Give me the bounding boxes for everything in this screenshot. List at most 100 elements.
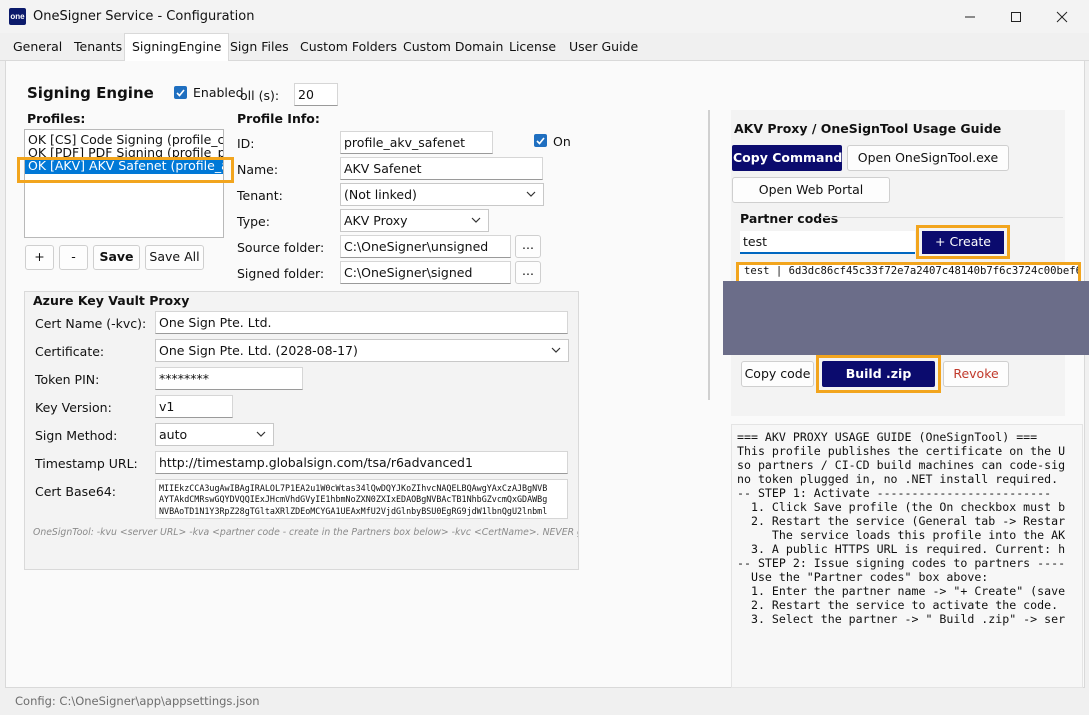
guide-panel-title: AKV Proxy / OneSignTool Usage Guide [734,121,1002,136]
source-folder-label: Source folder: [237,240,325,255]
tab-tenants[interactable]: Tenants [67,36,129,61]
cert-base64-line: AYTAkdCMRswGQYDVQQIExJHcmVhdGVyIE1hbmNoZ… [159,494,548,505]
copy-code-button[interactable]: Copy code [741,361,814,387]
chevron-down-icon [256,431,266,437]
sign-method-label: Sign Method: [35,428,118,443]
key-version-label: Key Version: [35,400,112,415]
poll-label: oll (s): [240,88,280,103]
partner-codes-list[interactable]: test | 6d3dc86cf45c33f72e7a2407c48140b7f… [739,265,1078,281]
guide-line: === AKV PROXY USAGE GUIDE (OneSignTool) … [737,430,1038,444]
tab-license[interactable]: License [502,36,563,61]
cert-base64-line: NVBAoTD1N1Y3RpZ28gTGltaXRlZDEoMCYGA1UEAx… [159,505,548,516]
profiles-list[interactable]: OK [CS] Code Signing (profile_codesi OK … [24,129,224,238]
list-item[interactable]: test | 6d3dc86cf45c33f72e7a2407c48140b7f… [739,265,1078,278]
chevron-down-icon [551,347,561,353]
certificate-label: Certificate: [35,344,105,359]
certificate-select[interactable]: One Sign Pte. Ltd. (2028-08-17) [155,339,569,362]
akv-group-title: Azure Key Vault Proxy [33,293,190,308]
window-title: OneSigner Service - Configuration [33,9,255,24]
signed-folder-label: Signed folder: [237,266,325,281]
profile-info-label: Profile Info: [237,111,320,126]
on-checkbox[interactable] [534,134,547,147]
guide-line: 1. Click Save profile (the On checkbox m… [737,500,1066,514]
sign-method-select[interactable]: auto [155,423,274,446]
guide-line: This profile publishes the certificate o… [737,444,1066,458]
poll-interval-input[interactable]: 20 [294,83,338,106]
profile-name-field[interactable]: AKV Safenet [340,157,543,180]
revoke-button[interactable]: Revoke [943,361,1009,387]
onesigntool-hint: OneSignTool: -kvu <server URL> -kva <par… [33,527,578,538]
build-zip-button[interactable]: Build .zip [822,361,935,387]
browse-signed-button[interactable]: ... [515,261,541,284]
token-pin-label: Token PIN: [35,372,100,387]
splitter[interactable] [708,110,710,400]
save-all-button[interactable]: Save All [145,245,204,270]
guide-line: so partners / CI-CD build machines can c… [737,458,1066,472]
tenant-select[interactable]: (Not linked) [340,183,544,206]
guide-line: -- STEP 2: Issue signing codes to partne… [737,556,1066,570]
remove-profile-button[interactable]: - [59,245,88,270]
copy-command-button[interactable]: Copy Command [732,145,842,171]
tenant-label: Tenant: [237,188,283,203]
partner-name-input[interactable]: test [740,231,915,254]
guide-line: The service loads this profile into the … [737,528,1066,542]
guide-line: 2. Restart the service (General tab -> R… [737,514,1066,528]
chevron-down-icon [471,217,481,223]
profiles-label: Profiles: [27,111,86,126]
type-label: Type: [237,214,270,229]
tab-sign-files[interactable]: Sign Files [223,36,296,61]
tab-user-guide[interactable]: User Guide [562,36,645,61]
tab-signing-engine[interactable]: SigningEngine [124,33,230,62]
name-label: Name: [237,162,279,177]
open-onesigntool-button[interactable]: Open OneSignTool.exe [847,145,1009,171]
source-folder-field[interactable]: C:\OneSigner\unsigned [340,235,511,258]
browse-source-button[interactable]: ... [515,235,541,258]
list-item[interactable]: OK [CS] Code Signing (profile_codesi [25,132,223,147]
chevron-down-icon [526,191,536,197]
type-select-value: AKV Proxy [344,213,408,228]
selected-profile-highlight [17,157,234,183]
type-select[interactable]: AKV Proxy [340,209,489,232]
guide-line: 2. Restart the service to activate the c… [737,598,1059,612]
guide-line: -- STEP 1: Activate --------------------… [737,486,1052,500]
timestamp-url-field[interactable]: http://timestamp.globalsign.com/tsa/r6ad… [155,451,568,474]
id-label: ID: [237,136,255,151]
enabled-label: Enabled [193,85,244,100]
partner-codes-label: Partner codes [740,211,839,226]
app-logo-icon: one [9,8,26,25]
guide-line: Use the "Partner codes" box above: [737,570,989,584]
key-version-field[interactable]: v1 [155,395,233,418]
tenant-select-value: (Not linked) [344,187,417,202]
save-button[interactable]: Save [93,245,140,270]
usage-guide-text[interactable]: === AKV PROXY USAGE GUIDE (OneSignTool) … [731,424,1083,688]
certificate-select-value: One Sign Pte. Ltd. (2028-08-17) [159,343,358,358]
on-label: On [553,134,571,149]
divider [820,217,1063,218]
cert-base64-line: MIIEkzCCA3ugAwIBAgIRALOL7P1EA2u1W0cWtas3… [159,483,548,493]
guide-line: 3. Select the partner -> " Build .zip" -… [737,612,1066,626]
tab-custom-domain[interactable]: Custom Domain [396,36,510,61]
guide-line: 1. Enter the partner name -> "+ Create" … [737,584,1066,598]
cert-base64-label: Cert Base64: [35,484,116,499]
signed-folder-field[interactable]: C:\OneSigner\signed [340,261,511,284]
add-profile-button[interactable]: + [25,245,54,270]
close-icon[interactable] [1039,0,1085,33]
guide-line: no token plugged in, no .NET install req… [737,472,1059,486]
guide-line: 3. A public HTTPS URL is required. Curre… [737,542,1066,556]
cert-name-label: Cert Name (-kvc): [35,316,147,331]
cert-name-field[interactable]: One Sign Pte. Ltd. [155,311,568,334]
minimize-icon[interactable] [947,0,993,33]
create-partner-button[interactable]: + Create [922,231,1004,254]
maximize-icon[interactable] [993,0,1039,33]
redaction-block [723,281,1089,355]
config-path-status: Config: C:\OneSigner\app\appsettings.jso… [15,694,260,708]
enabled-checkbox[interactable] [174,86,187,99]
signing-engine-title: Signing Engine [27,84,154,102]
profile-id-field[interactable]: profile_akv_safenet [340,131,493,154]
open-web-portal-button[interactable]: Open Web Portal [732,177,890,203]
tab-custom-folders[interactable]: Custom Folders [293,36,404,61]
timestamp-url-label: Timestamp URL: [35,456,138,471]
cert-base64-textarea[interactable]: MIIEkzCCA3ugAwIBAgIRALOL7P1EA2u1W0cWtas3… [155,479,568,519]
token-pin-field[interactable]: ******** [155,367,303,390]
tab-general[interactable]: General [6,36,69,61]
